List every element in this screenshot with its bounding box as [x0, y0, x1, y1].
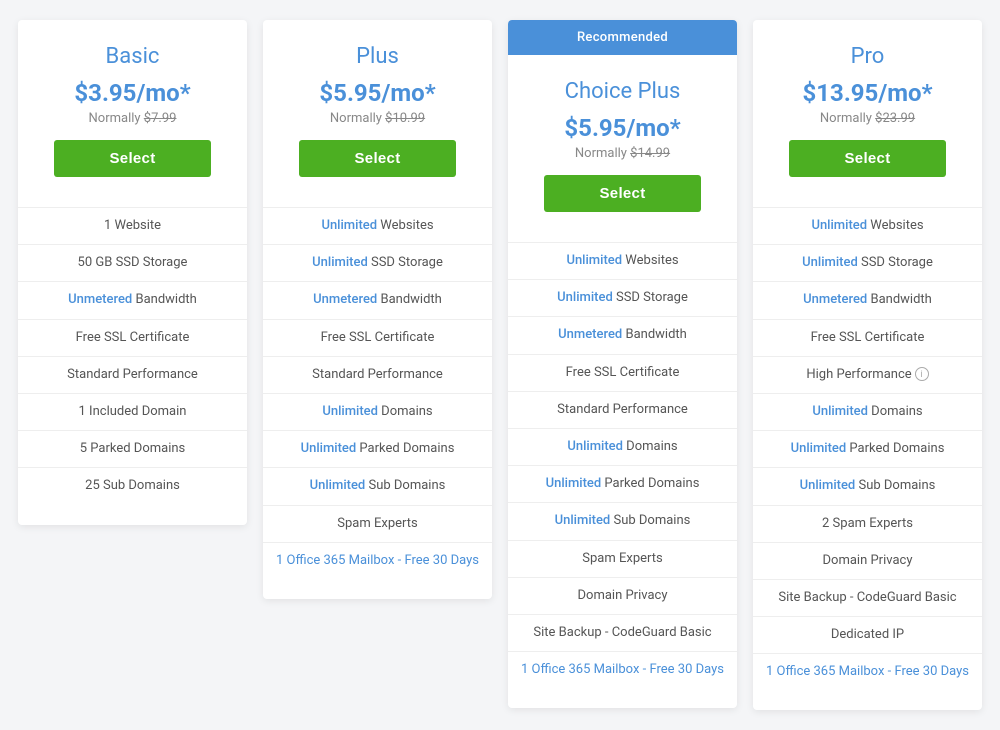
feature-item: Unlimited Domains [508, 428, 737, 465]
feature-item: Standard Performance [263, 356, 492, 393]
feature-item: Unmetered Bandwidth [508, 316, 737, 353]
feature-item: Unmetered Bandwidth [753, 281, 982, 318]
feature-item: 2 Spam Experts [753, 505, 982, 542]
feature-item: Standard Performance [508, 391, 737, 428]
feature-item: Standard Performance [18, 356, 247, 393]
plan-price-plus: $5.95/mo* [279, 79, 476, 107]
feature-item: 1 Office 365 Mailbox - Free 30 Days [263, 542, 492, 579]
feature-item: 1 Website [18, 207, 247, 244]
feature-item: Unlimited Parked Domains [753, 430, 982, 467]
features-list-basic: 1 Website50 GB SSD StorageUnmetered Band… [18, 207, 247, 505]
plan-normal-price-plus: Normally $10.99 [279, 111, 476, 126]
plan-name-pro: Pro [769, 44, 966, 69]
plan-price-choice_plus: $5.95/mo* [524, 114, 721, 142]
features-list-pro: Unlimited WebsitesUnlimited SSD StorageU… [753, 207, 982, 690]
feature-item: Unlimited Websites [263, 207, 492, 244]
select-button-basic[interactable]: Select [54, 140, 212, 177]
feature-item: Site Backup - CodeGuard Basic [508, 614, 737, 651]
feature-item: 1 Office 365 Mailbox - Free 30 Days [753, 653, 982, 690]
plans-container: Basic $3.95/mo* Normally $7.99 Select 1 … [10, 20, 990, 710]
plan-header-plus: Plus $5.95/mo* Normally $10.99 Select [263, 20, 492, 197]
select-button-choice_plus[interactable]: Select [544, 175, 702, 212]
plan-normal-price-choice_plus: Normally $14.99 [524, 146, 721, 161]
feature-item: Free SSL Certificate [18, 319, 247, 356]
plan-card-plus: Plus $5.95/mo* Normally $10.99 Select Un… [263, 20, 492, 599]
feature-item: Domain Privacy [753, 542, 982, 579]
feature-item: Unlimited Sub Domains [263, 467, 492, 504]
feature-item: Free SSL Certificate [753, 319, 982, 356]
plan-name-plus: Plus [279, 44, 476, 69]
feature-item: Unlimited Sub Domains [508, 502, 737, 539]
feature-item: Unlimited SSD Storage [508, 279, 737, 316]
feature-item: Dedicated IP [753, 616, 982, 653]
feature-item: Unlimited Sub Domains [753, 467, 982, 504]
feature-item: Unlimited Domains [753, 393, 982, 430]
feature-item: Unlimited Parked Domains [508, 465, 737, 502]
feature-item: Unmetered Bandwidth [18, 281, 247, 318]
feature-item: Unlimited SSD Storage [753, 244, 982, 281]
plan-name-choice_plus: Choice Plus [524, 79, 721, 104]
feature-item: 50 GB SSD Storage [18, 244, 247, 281]
feature-item: Unlimited Websites [508, 242, 737, 279]
plan-normal-price-pro: Normally $23.99 [769, 111, 966, 126]
feature-item: Free SSL Certificate [263, 319, 492, 356]
feature-item: Spam Experts [508, 540, 737, 577]
plan-name-basic: Basic [34, 44, 231, 69]
plan-card-choice_plus: Recommended Choice Plus $5.95/mo* Normal… [508, 20, 737, 708]
feature-item: Unlimited Websites [753, 207, 982, 244]
plan-price-basic: $3.95/mo* [34, 79, 231, 107]
feature-item: Unmetered Bandwidth [263, 281, 492, 318]
features-list-choice_plus: Unlimited WebsitesUnlimited SSD StorageU… [508, 242, 737, 688]
feature-item: Site Backup - CodeGuard Basic [753, 579, 982, 616]
select-button-pro[interactable]: Select [789, 140, 947, 177]
feature-item: Unlimited Domains [263, 393, 492, 430]
recommended-badge: Recommended [508, 20, 737, 55]
plan-header-pro: Pro $13.95/mo* Normally $23.99 Select [753, 20, 982, 197]
feature-item: 1 Included Domain [18, 393, 247, 430]
feature-item: Unlimited Parked Domains [263, 430, 492, 467]
feature-item: High Performancei [753, 356, 982, 393]
features-list-plus: Unlimited WebsitesUnlimited SSD StorageU… [263, 207, 492, 579]
plan-price-pro: $13.95/mo* [769, 79, 966, 107]
plan-normal-price-basic: Normally $7.99 [34, 111, 231, 126]
plan-card-pro: Pro $13.95/mo* Normally $23.99 Select Un… [753, 20, 982, 710]
feature-item: Free SSL Certificate [508, 354, 737, 391]
feature-item: Domain Privacy [508, 577, 737, 614]
info-icon[interactable]: i [915, 367, 929, 381]
plan-card-basic: Basic $3.95/mo* Normally $7.99 Select 1 … [18, 20, 247, 525]
plan-header-choice_plus: Choice Plus $5.95/mo* Normally $14.99 Se… [508, 55, 737, 232]
feature-item: 25 Sub Domains [18, 467, 247, 504]
feature-item: Unlimited SSD Storage [263, 244, 492, 281]
feature-item: 5 Parked Domains [18, 430, 247, 467]
plan-header-basic: Basic $3.95/mo* Normally $7.99 Select [18, 20, 247, 197]
select-button-plus[interactable]: Select [299, 140, 457, 177]
feature-item: 1 Office 365 Mailbox - Free 30 Days [508, 651, 737, 688]
feature-item: Spam Experts [263, 505, 492, 542]
